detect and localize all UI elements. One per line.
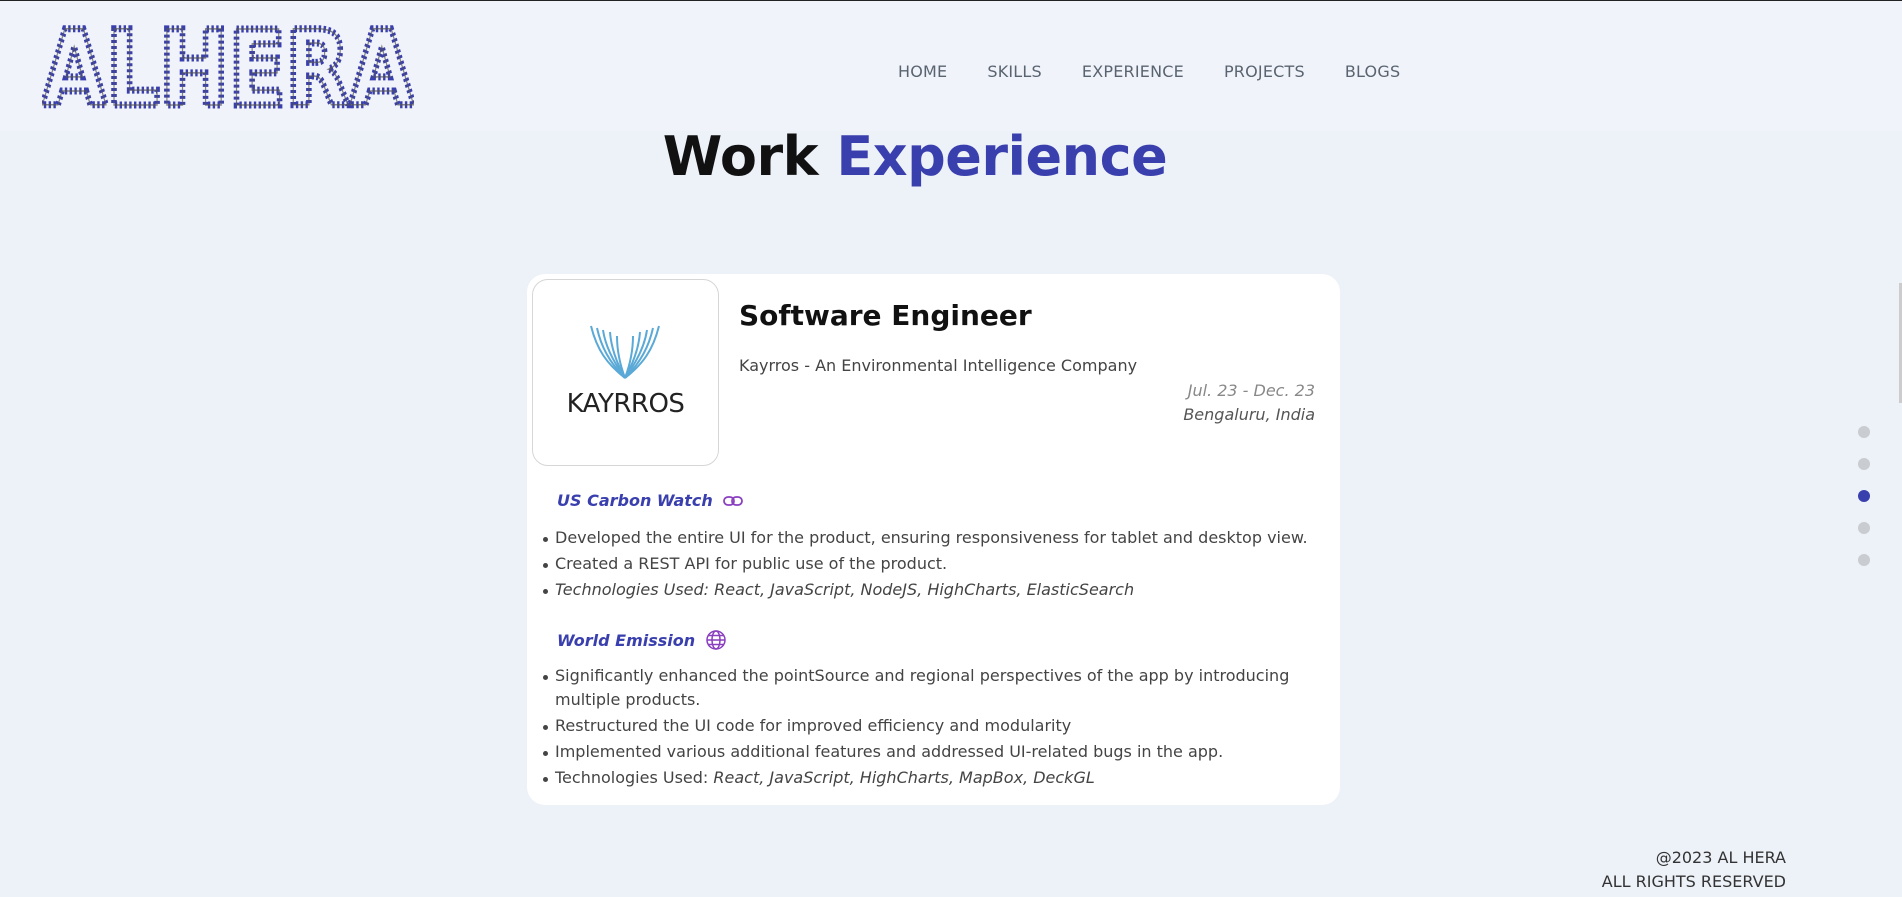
page-dot-2[interactable] — [1858, 458, 1870, 470]
kayrros-wings-icon — [590, 325, 660, 379]
job-dates: Jul. 23 - Dec. 23 — [1187, 381, 1315, 400]
alhera-logo-graphic: ALHERA ALHERA — [39, 5, 418, 134]
list-item: Significantly enhanced the pointSource a… — [541, 664, 1321, 712]
list-item-technologies: Technologies Used: React, JavaScript, Hi… — [541, 766, 1321, 790]
page-dot-4[interactable] — [1858, 522, 1870, 534]
list-item: Restructured the UI code for improved ef… — [541, 714, 1321, 738]
globe-icon[interactable] — [705, 629, 727, 651]
list-item: Created a REST API for public use of the… — [541, 552, 1321, 576]
project-name: World Emission — [557, 630, 696, 650]
tech-list: React, JavaScript, HighCharts, MapBox, D… — [713, 768, 1095, 787]
site-header: ALHERA ALHERA HOME SKILLS EXPERIENCE PRO… — [0, 1, 1902, 134]
project-name: US Carbon Watch — [557, 491, 713, 510]
site-logo[interactable]: ALHERA ALHERA — [39, 5, 418, 134]
main-nav: HOME SKILLS EXPERIENCE PROJECTS BLOGS — [898, 62, 1440, 81]
experience-card: KAYRROS Software Engineer Kayrros - An E… — [527, 274, 1340, 805]
link-icon[interactable] — [722, 495, 743, 507]
company-logo: KAYRROS — [532, 279, 719, 466]
tech-label: Technologies Used: — [555, 768, 709, 787]
company-name: Kayrros - An Environmental Intelligence … — [739, 356, 1138, 375]
page-dots — [1858, 426, 1870, 586]
nav-home[interactable]: HOME — [898, 62, 947, 81]
list-item: Technologies Used: React, JavaScript, No… — [541, 578, 1321, 602]
nav-projects[interactable]: PROJECTS — [1224, 62, 1305, 81]
logo-text-outline: ALHERA — [42, 25, 414, 109]
nav-skills[interactable]: SKILLS — [987, 62, 1042, 81]
company-logo-text: KAYRROS — [566, 389, 685, 419]
site-footer: @2023 AL HERA ALL RIGHTS RESERVED — [1602, 846, 1786, 894]
job-location: Bengaluru, India — [1183, 405, 1315, 424]
nav-experience[interactable]: EXPERIENCE — [1082, 62, 1184, 81]
page-dot-5[interactable] — [1858, 554, 1870, 566]
project-world-emission[interactable]: World Emission — [557, 629, 727, 651]
list-item: Implemented various additional features … — [541, 740, 1321, 764]
footer-rights: ALL RIGHTS RESERVED — [1601, 872, 1786, 891]
project-bullets-world-emission: Significantly enhanced the pointSource a… — [541, 664, 1321, 792]
nav-blogs[interactable]: BLOGS — [1345, 62, 1400, 81]
list-item: Developed the entire UI for the product,… — [541, 526, 1321, 550]
project-bullets-us-carbon-watch: Developed the entire UI for the product,… — [541, 526, 1321, 604]
page-dot-1[interactable] — [1858, 426, 1870, 438]
section-title: Work Experience — [0, 125, 1830, 188]
section-title-work: Work — [662, 125, 819, 188]
page-dot-3-active[interactable] — [1858, 490, 1870, 502]
footer-copyright: @2023 AL HERA — [1655, 848, 1786, 867]
job-title: Software Engineer — [739, 299, 1032, 332]
section-title-experience: Experience — [836, 125, 1168, 188]
project-us-carbon-watch[interactable]: US Carbon Watch — [557, 491, 743, 510]
